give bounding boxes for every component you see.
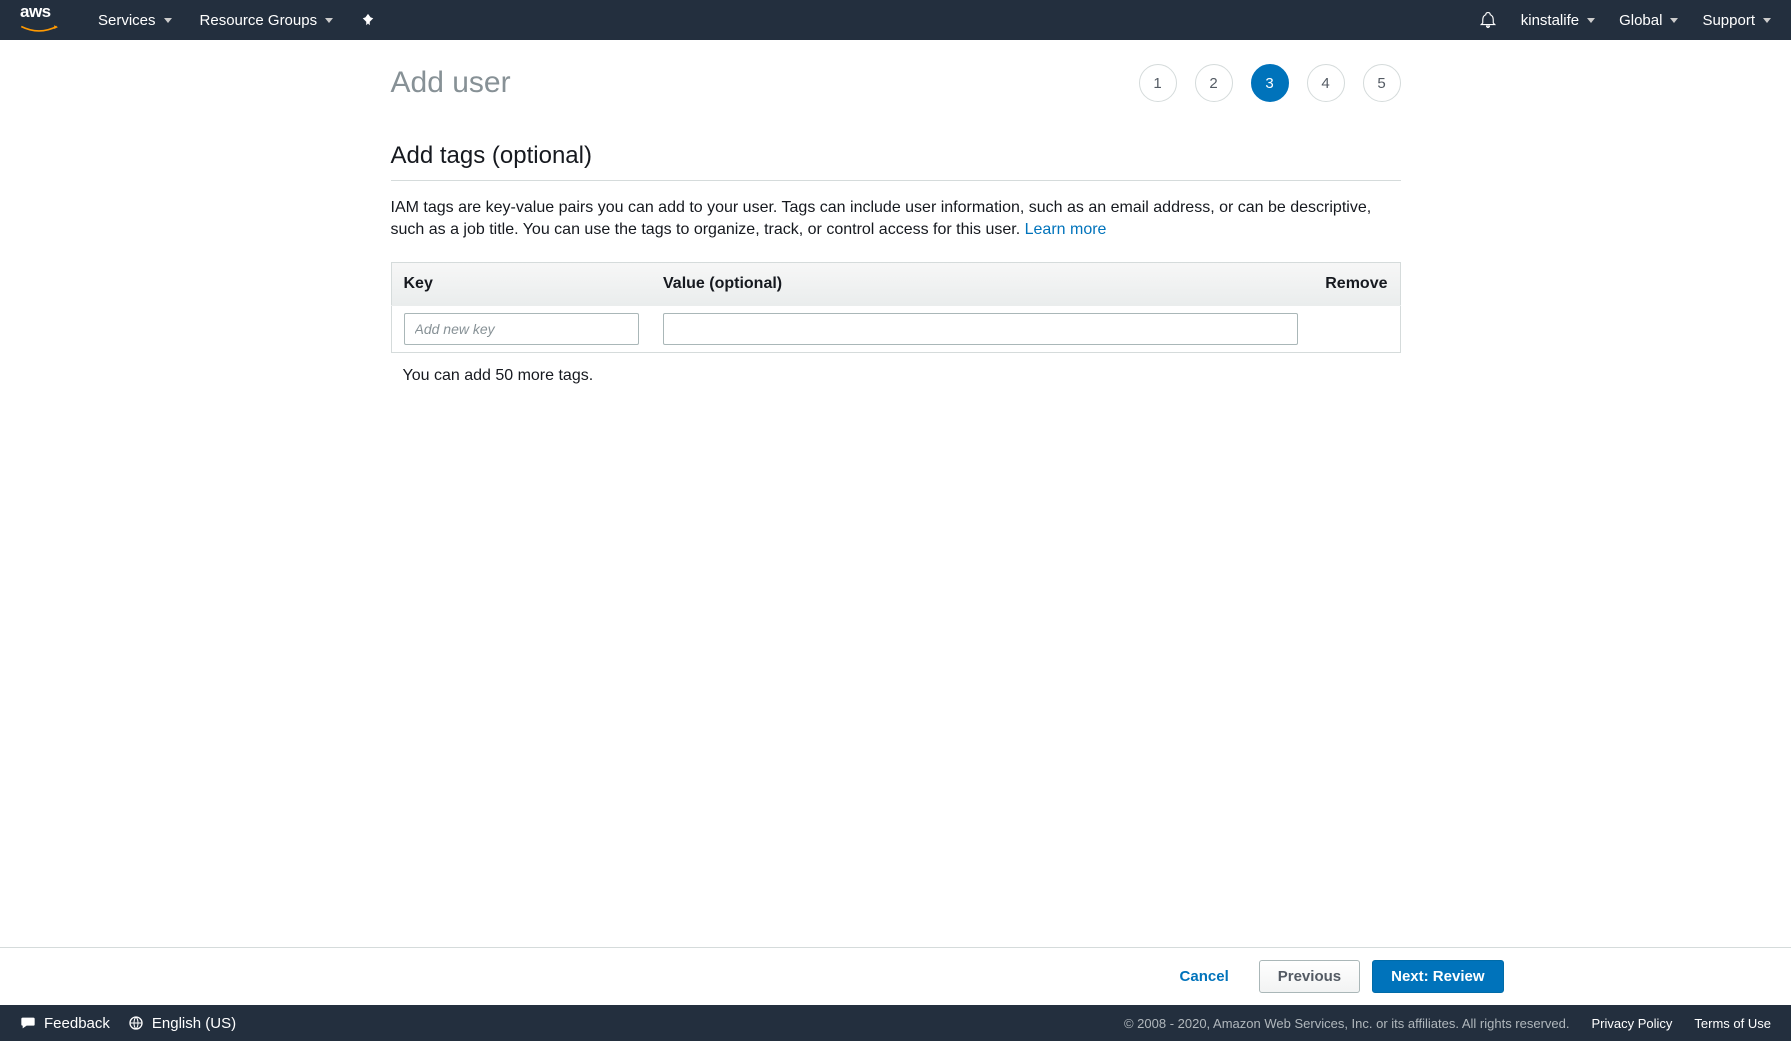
table-header-key: Key [391,262,651,305]
main-content: Add user 1 2 3 4 5 Add tags (optional) I… [0,40,1791,947]
footer-feedback-label: Feedback [44,1015,110,1032]
page-header: Add user 1 2 3 4 5 [391,64,1401,102]
nav-support[interactable]: Support [1702,12,1771,29]
tag-value-input[interactable] [663,313,1298,345]
wizard-step-2[interactable]: 2 [1195,64,1233,102]
chevron-down-icon [164,18,172,23]
chat-icon [20,1015,36,1031]
footer-copyright: © 2008 - 2020, Amazon Web Services, Inc.… [1124,1016,1570,1031]
chevron-down-icon [1670,18,1678,23]
wizard-steps: 1 2 3 4 5 [1139,64,1401,102]
section-description: IAM tags are key-value pairs you can add… [391,197,1401,242]
learn-more-link[interactable]: Learn more [1025,221,1107,238]
footer-feedback[interactable]: Feedback [20,1015,110,1032]
chevron-down-icon [1763,18,1771,23]
table-row [391,305,1400,352]
wizard-step-1[interactable]: 1 [1139,64,1177,102]
tags-remaining-note: You can add 50 more tags. [391,353,1401,399]
table-header-remove: Remove [1310,262,1400,305]
nav-account[interactable]: kinstalife [1521,12,1595,29]
globe-icon [128,1015,144,1031]
nav-resource-groups-label: Resource Groups [200,12,318,29]
previous-button[interactable]: Previous [1259,960,1360,993]
tags-table: Key Value (optional) Remove [391,262,1401,353]
footer-language-label: English (US) [152,1015,236,1032]
nav-region-label: Global [1619,12,1662,29]
page-title: Add user [391,66,511,100]
footer-terms-link[interactable]: Terms of Use [1694,1016,1771,1031]
wizard-step-5[interactable]: 5 [1363,64,1401,102]
nav-region[interactable]: Global [1619,12,1678,29]
aws-logo-text: aws [20,2,58,22]
aws-smile-icon [20,25,58,35]
bell-icon [1479,11,1497,29]
nav-pin[interactable] [361,13,375,27]
next-review-button[interactable]: Next: Review [1372,960,1503,993]
aws-logo[interactable]: aws [20,2,58,38]
nav-support-label: Support [1702,12,1755,29]
pin-icon [361,13,375,27]
nav-services-label: Services [98,12,156,29]
nav-notifications[interactable] [1479,11,1497,29]
action-bar: Cancel Previous Next: Review [0,947,1791,1005]
nav-account-label: kinstalife [1521,12,1579,29]
nav-services[interactable]: Services [98,12,172,29]
table-header-value: Value (optional) [651,262,1310,305]
wizard-step-3[interactable]: 3 [1251,64,1289,102]
wizard-step-4[interactable]: 4 [1307,64,1345,102]
footer-privacy-link[interactable]: Privacy Policy [1592,1016,1673,1031]
top-navigation: aws Services Resource Groups [0,0,1791,40]
chevron-down-icon [1587,18,1595,23]
section-title: Add tags (optional) [391,142,1401,181]
footer-language[interactable]: English (US) [128,1015,236,1032]
nav-resource-groups[interactable]: Resource Groups [200,12,334,29]
section-description-text: IAM tags are key-value pairs you can add… [391,199,1372,238]
tag-key-input[interactable] [404,313,640,345]
cancel-button[interactable]: Cancel [1162,960,1247,993]
footer: Feedback English (US) © 2008 - 2020, Ama… [0,1005,1791,1041]
chevron-down-icon [325,18,333,23]
